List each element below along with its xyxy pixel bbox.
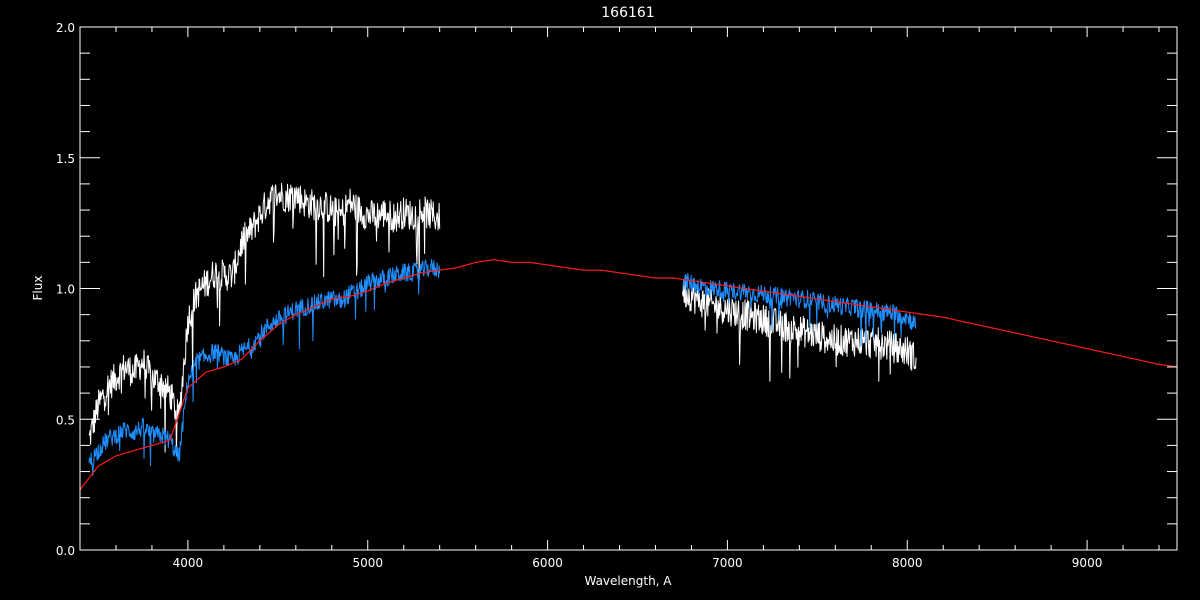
y-tick-label: 1.5: [56, 152, 75, 166]
x-tick-label: 8000: [892, 556, 923, 570]
x-tick-label: 6000: [532, 556, 563, 570]
x-axis-label: Wavelength, A: [584, 574, 672, 588]
x-tick-label: 4000: [173, 556, 204, 570]
spectrum-chart: 4000 5000 6000 7000 8000 90000.00.51.01.52.0 …: [0, 0, 1200, 600]
chart-title: 166161: [601, 5, 654, 21]
y-tick-label: 0.0: [56, 544, 75, 558]
x-tick-label: 7000: [712, 556, 743, 570]
x-tick-label: 9000: [1072, 556, 1103, 570]
y-tick-label: 2.0: [56, 21, 75, 35]
y-tick-label: 0.5: [56, 413, 75, 427]
chart-background: [0, 0, 1200, 600]
y-axis-label: Flux: [31, 276, 45, 301]
x-tick-label: 5000: [352, 556, 383, 570]
y-tick-label: 1.0: [56, 283, 75, 297]
